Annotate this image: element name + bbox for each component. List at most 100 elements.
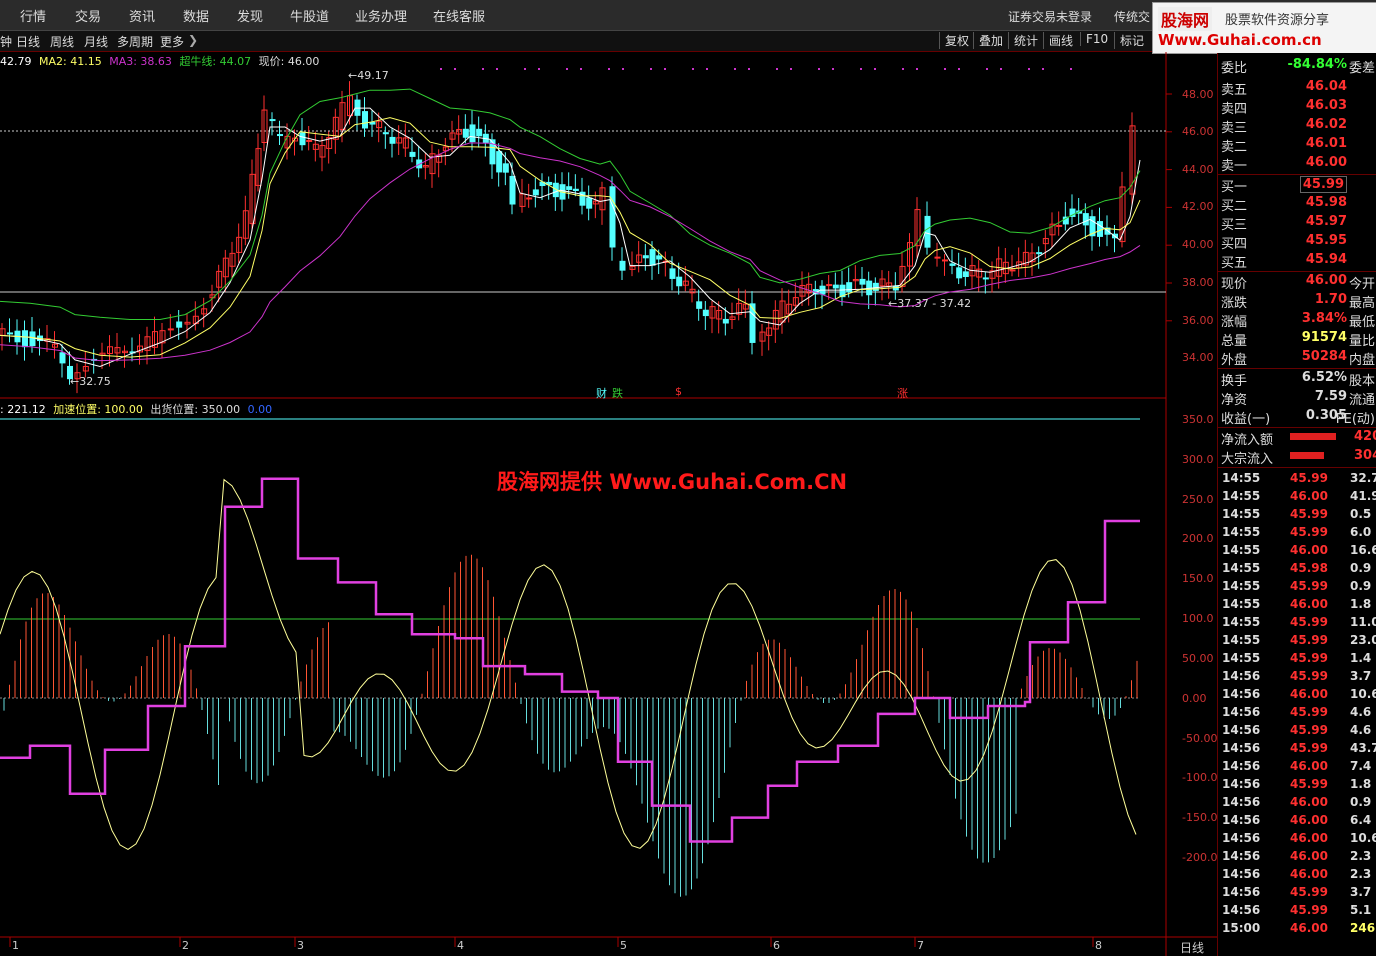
signal-dot (958, 68, 960, 70)
event-dividend[interactable]: $ (675, 385, 682, 398)
event-zhang[interactable]: 涨 (897, 385, 908, 401)
tick-volume: 3.7 (1350, 669, 1372, 683)
ask-price: 46.04 (1305, 79, 1347, 94)
event-die[interactable]: 跌 (612, 385, 623, 401)
candle-body (526, 197, 533, 200)
tick-volume: 2.3 (1350, 849, 1372, 863)
flow-row: 大宗流入 304 (1220, 448, 1376, 467)
axis-tick: -50.00 (1182, 732, 1218, 745)
order-ratio-row: 委比 -84.84% 委差 (1220, 57, 1376, 76)
stat-value: 46.00 (1305, 273, 1347, 288)
ask-row[interactable]: 卖二 46.01 (1220, 136, 1376, 155)
tick-row: 14:55 45.99 11.0 (1220, 615, 1376, 633)
ask-price: 46.01 (1305, 136, 1347, 151)
tick-volume: 3.7 (1350, 885, 1372, 899)
stat-row: 总量 91574 量比 (1220, 330, 1376, 349)
tick-price: 45.99 (1290, 777, 1328, 791)
bid-row[interactable]: 买一 45.99 (1220, 176, 1376, 195)
tick-volume: 43.7 (1350, 741, 1376, 755)
ask-row[interactable]: 卖三 46.02 (1220, 117, 1376, 136)
flow-label: 大宗流入 (1221, 452, 1274, 467)
tick-row: 14:56 45.99 3.7 (1220, 885, 1376, 903)
tick-price: 45.99 (1290, 723, 1328, 737)
ask-row[interactable]: 卖一 46.00 (1220, 155, 1376, 174)
event-caibao[interactable]: 财 (596, 385, 607, 401)
tick-time: 14:56 (1222, 831, 1261, 845)
axis-tick: 0.00 (1182, 692, 1207, 705)
tick-price: 46.00 (1290, 489, 1328, 503)
tick-price: 45.99 (1290, 705, 1328, 719)
bid-row[interactable]: 买三 45.97 (1220, 214, 1376, 233)
date-tick: 3 (297, 939, 304, 952)
tick-volume: 11.0 (1350, 615, 1376, 629)
ask-label: 卖四 (1221, 102, 1248, 117)
bid-row[interactable]: 买四 45.95 (1220, 233, 1376, 252)
flow-bar (1290, 452, 1324, 459)
ask-row[interactable]: 卖四 46.03 (1220, 98, 1376, 117)
divider (1218, 174, 1376, 175)
stat-label-2: 股本 (1348, 374, 1375, 389)
candle-body (469, 124, 476, 143)
tick-volume: 6.0 (1350, 525, 1372, 539)
stat-label-2: 最高 (1348, 296, 1375, 311)
bid-label: 买四 (1221, 237, 1248, 252)
tick-time: 14:56 (1222, 867, 1261, 881)
date-tick: 4 (457, 939, 464, 952)
signal-dot (580, 68, 582, 70)
tick-volume: 0.9 (1350, 579, 1372, 593)
tick-price: 45.99 (1290, 525, 1328, 539)
candle-body (566, 186, 573, 190)
bid-label: 买一 (1221, 180, 1248, 195)
candle-body (1009, 269, 1016, 272)
range-value: 37.37 - 37.42 (897, 297, 972, 310)
tick-row: 14:55 45.99 1.4 (1220, 651, 1376, 669)
signal-dot (734, 68, 736, 70)
axis-tick: 200.0 (1182, 532, 1214, 545)
stat-value: 7.59 (1314, 389, 1347, 404)
candle-body (846, 282, 853, 293)
high-value: 49.17 (357, 69, 389, 82)
bid-row[interactable]: 买五 45.94 (1220, 252, 1376, 271)
signal-dot (748, 68, 750, 70)
ask-label: 卖二 (1221, 140, 1248, 155)
axis-tick: -150.0 (1182, 811, 1218, 824)
candle-body (572, 188, 579, 192)
tick-time: 14:56 (1222, 669, 1261, 683)
order-ratio-value: -84.84% (1287, 57, 1347, 72)
tick-price: 46.00 (1290, 831, 1328, 845)
signal-dot (860, 68, 862, 70)
stat-label: 现价 (1221, 277, 1248, 292)
tick-price: 45.99 (1290, 579, 1328, 593)
signal-dot (566, 68, 568, 70)
tick-volume: 32.7 (1350, 471, 1376, 485)
tick-time: 14:56 (1222, 705, 1261, 719)
ask-row[interactable]: 卖五 46.04 (1220, 79, 1376, 98)
candle-body (696, 301, 703, 309)
tick-row: 14:55 45.99 0.5 (1220, 507, 1376, 525)
tick-volume: 0.9 (1350, 561, 1372, 575)
candle-body (649, 249, 656, 266)
tick-time: 14:55 (1222, 543, 1261, 557)
flow-value: 304 (1354, 448, 1376, 463)
oscillator-line (0, 478, 1137, 850)
tick-row: 14:56 46.00 0.9 (1220, 795, 1376, 813)
signal-dot (1042, 68, 1044, 70)
bid-row[interactable]: 买二 45.98 (1220, 195, 1376, 214)
signal-dot (664, 68, 666, 70)
candle-body (476, 128, 483, 137)
period-tab-daily[interactable]: 日线 (1180, 939, 1204, 956)
tick-row: 14:56 46.00 10.6 (1220, 687, 1376, 705)
signal-dot (776, 68, 778, 70)
brand-tagline: 股票软件资源分享 (1225, 13, 1330, 28)
tick-volume: 10.6 (1350, 687, 1376, 701)
axis-tick: 100.0 (1182, 612, 1214, 625)
candle-body (1097, 221, 1103, 237)
date-tick: 7 (917, 939, 924, 952)
stat-row: 净资 7.59 流通 (1220, 389, 1376, 408)
order-ratio-label: 委比 (1221, 61, 1248, 76)
tick-time: 14:56 (1222, 795, 1261, 809)
signal-dot (706, 68, 708, 70)
date-tick: 1 (12, 939, 19, 952)
ask-label: 卖五 (1221, 83, 1248, 98)
ask-label: 卖一 (1221, 159, 1248, 174)
